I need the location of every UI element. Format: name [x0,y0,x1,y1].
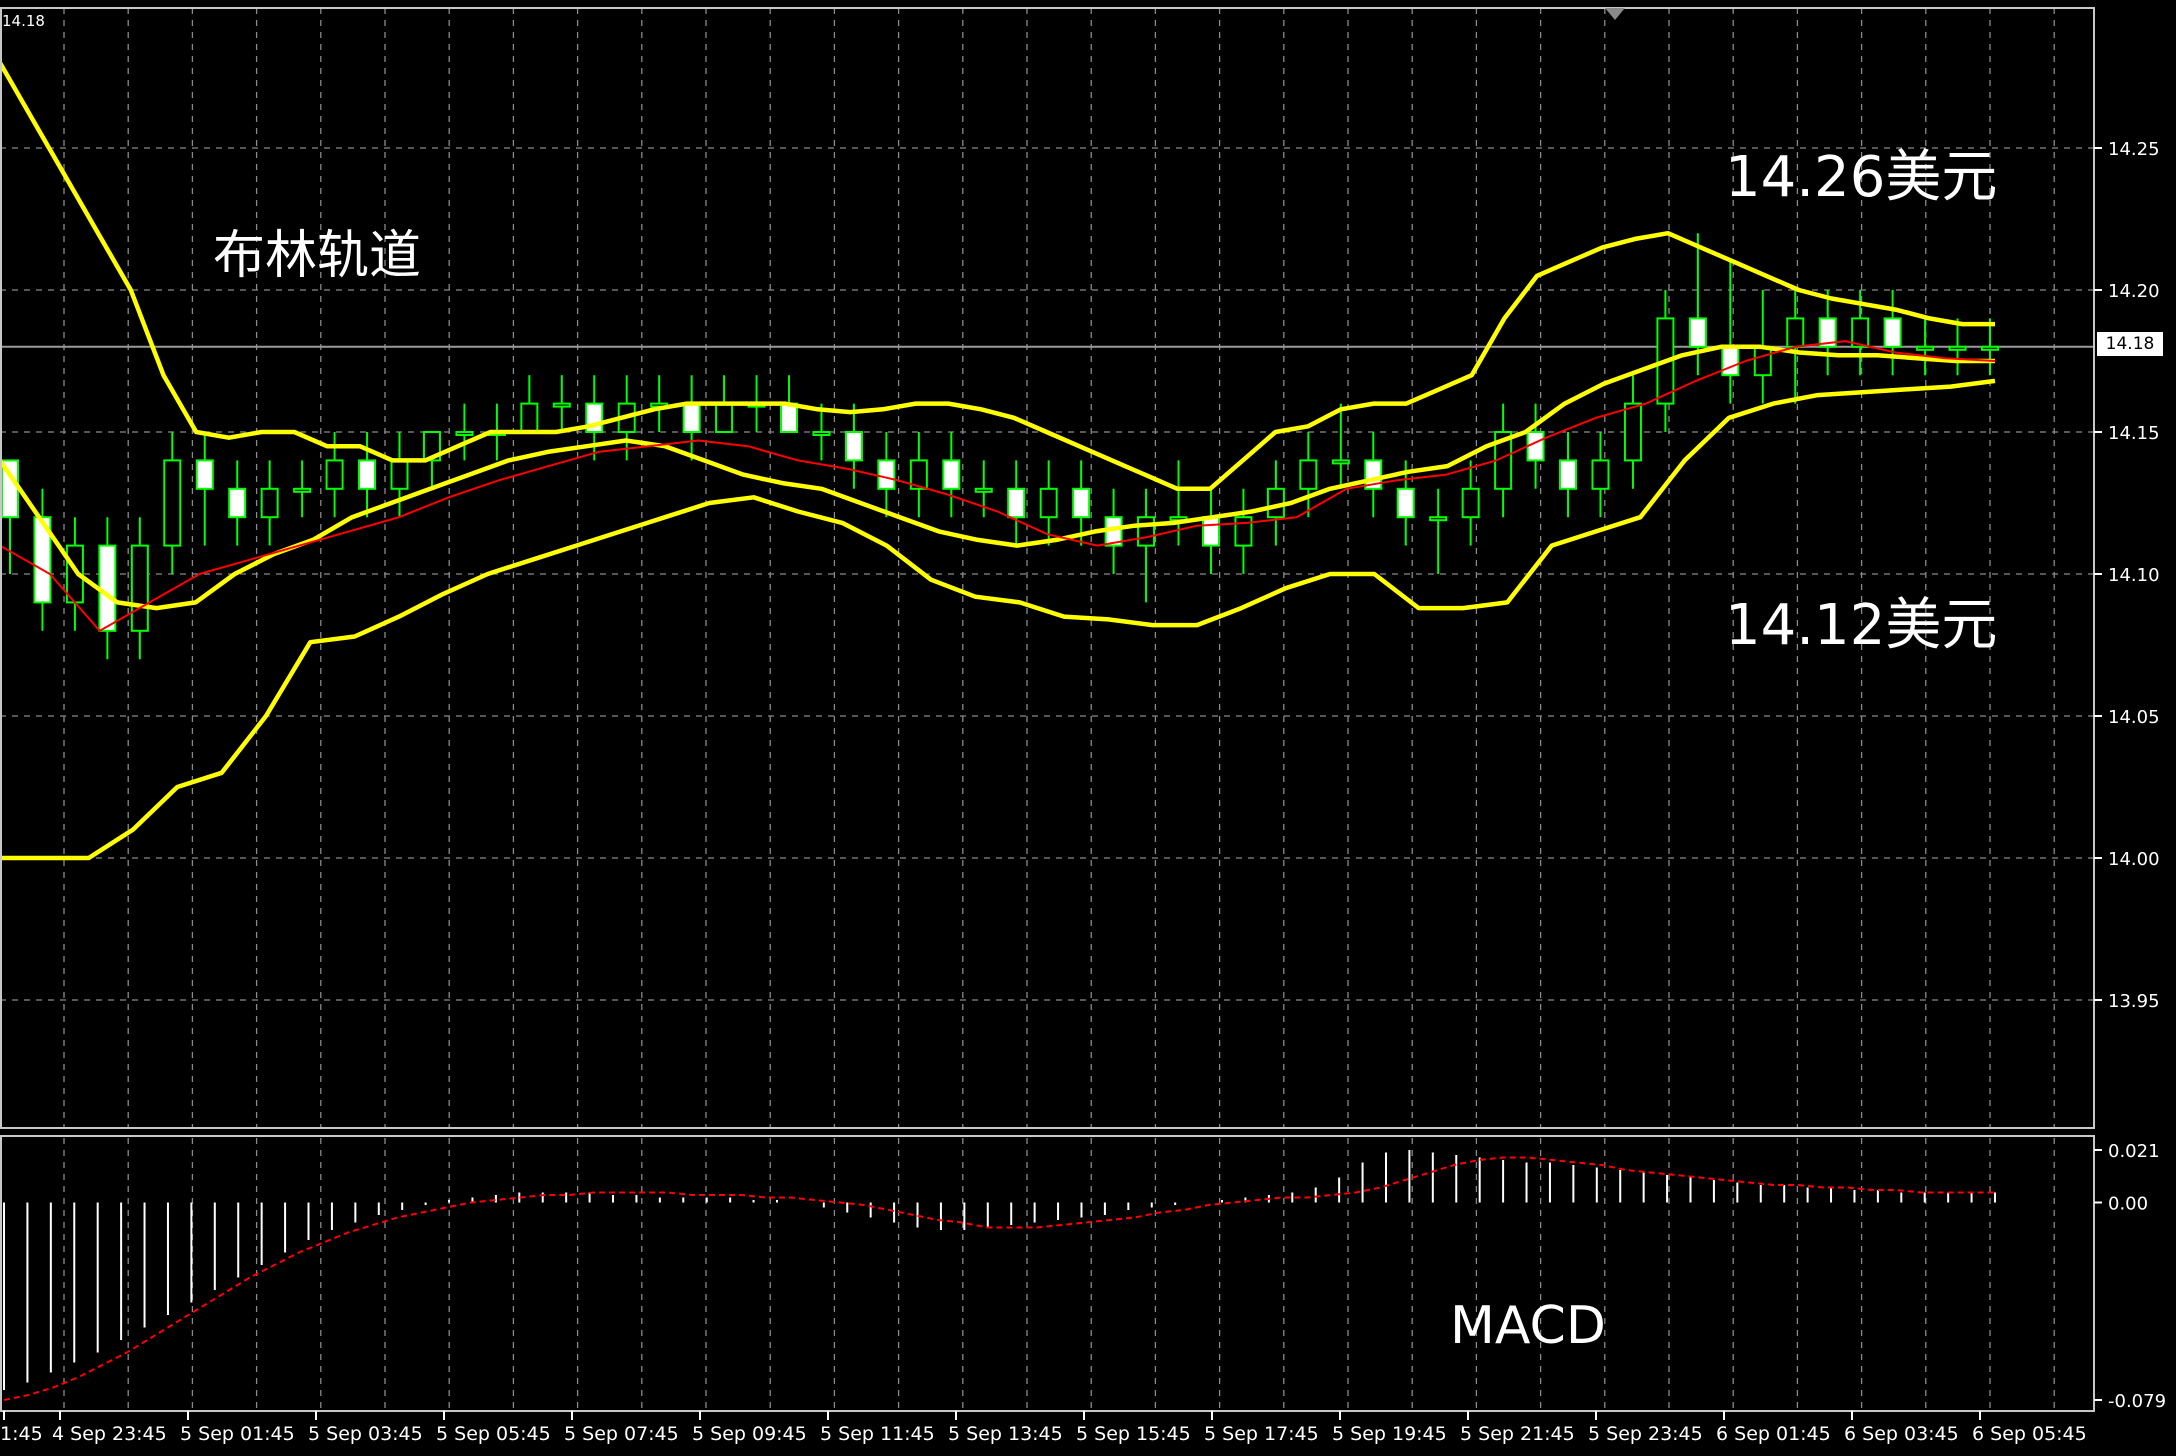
x-axis-tick-label: 5 Sep 19:45 [1332,1423,1447,1445]
x-axis-tick-label: 5 Sep 11:45 [820,1423,935,1445]
candle-body [974,487,993,493]
price-chart[interactable]: 14.25 14.20 14.15 14.10 14.05 14.00 13.95 1:45 4… [0,0,2176,1456]
y-axis-tick-label: 13.95 [2108,991,2160,1012]
x-axis-tick-label: 5 Sep 17:45 [1204,1423,1319,1445]
candle-body [1331,459,1350,465]
x-axis-tick-label: 5 Sep 21:45 [1460,1423,1575,1445]
x-axis-tick-label: 5 Sep 15:45 [1076,1423,1191,1445]
macd-y-axis-tick-label: -0.079 [2108,1391,2166,1412]
candle-body [1234,516,1253,547]
candle-body [130,544,149,632]
candle-body [1591,459,1610,490]
candle-body [260,487,279,519]
x-axis-tick-label: 5 Sep 05:45 [436,1423,551,1445]
candle-body [1526,431,1545,462]
chart-annotation-title: 布林轨道 [213,226,422,286]
candle-body [682,402,701,434]
chart-background [0,0,2176,1456]
candle-body [1039,487,1058,519]
candle-body [1007,487,1026,519]
candle-body [877,459,896,490]
candle-body [1721,345,1740,377]
x-axis-tick-label: 6 Sep 05:45 [1972,1423,2087,1445]
candle-body [715,402,734,434]
x-axis-tick-label: 5 Sep 13:45 [948,1423,1063,1445]
x-axis-tick-label: 5 Sep 07:45 [564,1423,679,1445]
candle-body [228,487,247,519]
candle-body [812,431,831,436]
x-axis-tick-label: 1:45 [0,1423,43,1445]
candle-body [325,459,344,490]
candle-body [1137,516,1156,547]
candle-body [1559,459,1578,490]
candle-body [844,431,863,462]
candle-body [780,402,799,434]
candle-body [1883,317,1902,348]
macd-label: MACD [1450,1296,1606,1356]
x-axis-tick-label: 6 Sep 01:45 [1716,1423,1831,1445]
candle-body [358,459,377,490]
y-axis-tick-label: 14.00 [2108,849,2160,870]
y-axis-tick-label: 14.05 [2108,707,2160,728]
candle-body [1753,345,1772,377]
candle-body [1688,317,1707,348]
candle-body [390,459,409,490]
candle-body [1429,516,1448,522]
x-axis-tick-label: 6 Sep 03:45 [1844,1423,1959,1445]
lower-level-annotation: 14.12美元 [1725,593,1998,658]
x-axis-tick-label: 5 Sep 01:45 [180,1423,295,1445]
candle-body [1201,516,1220,547]
last-price-badge: 14.18 [2097,332,2163,356]
candle-body [1396,487,1415,519]
candle-body [1916,345,1935,351]
upper-level-annotation: 14.26美元 [1725,145,1998,210]
x-axis-tick-label: 4 Sep 23:45 [52,1423,167,1445]
y-axis-tick-label: 14.25 [2108,139,2160,160]
candle-body [1981,345,1999,351]
candle-body [1623,402,1642,462]
candle-body [1786,317,1805,348]
candle-body [1299,459,1318,490]
candle-body [942,459,961,490]
x-axis-tick-label: 5 Sep 09:45 [692,1423,807,1445]
candle-body [98,544,117,632]
candle-body [1948,345,1967,351]
candle-body [195,459,214,490]
macd-y-axis-tick-label: 0.021 [2108,1141,2160,1162]
x-axis-tick-label: 5 Sep 03:45 [308,1423,423,1445]
candle-body [455,431,474,436]
y-axis-tick-label: 14.20 [2108,281,2160,302]
x-axis-tick-label: 5 Sep 23:45 [1588,1423,1703,1445]
y-axis-tick-label: 14.15 [2108,423,2160,444]
candle-body [552,402,571,408]
candle-body [163,459,182,547]
top-left-price-label: 14.18 [2,12,45,30]
candle-body [1461,487,1480,519]
candle-body [1072,487,1091,519]
candle-body [293,487,312,493]
candle-body [520,402,539,434]
y-axis-tick-label: 14.10 [2108,565,2160,586]
macd-y-axis-tick-label: 0.00 [2108,1194,2148,1215]
